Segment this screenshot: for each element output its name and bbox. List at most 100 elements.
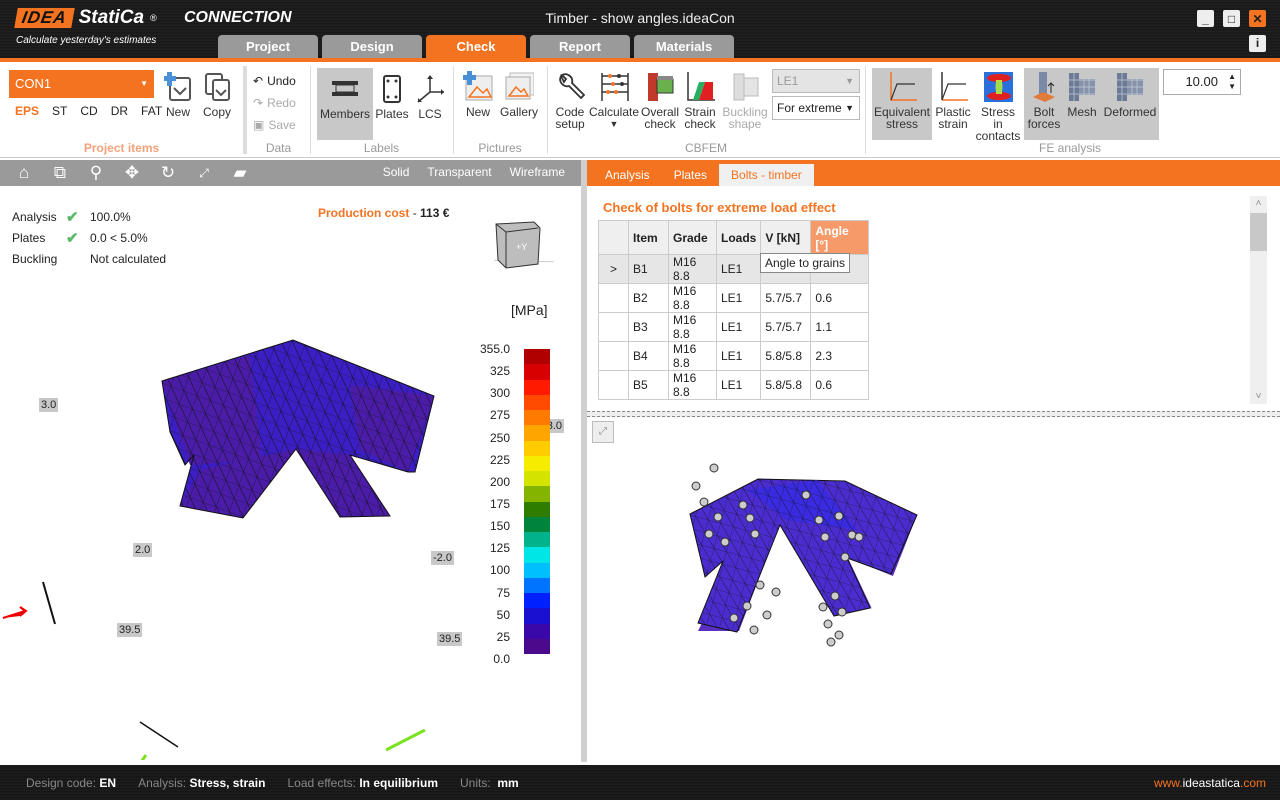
tab-materials[interactable]: Materials: [634, 35, 734, 58]
results-tab-bolts-timber[interactable]: Bolts - timber: [719, 164, 814, 186]
subtab-dr[interactable]: DR: [111, 104, 128, 118]
horizontal-splitter[interactable]: [587, 411, 1280, 417]
load-effects-value: In equilibrium: [359, 776, 438, 790]
spinner-arrows-icon[interactable]: ▲ ▼: [1228, 72, 1236, 92]
table-row[interactable]: B2 M16 8.8 LE1 5.7/5.7 0.6: [598, 283, 870, 313]
stress-in-contacts-button[interactable]: Stress in contacts: [975, 72, 1021, 142]
navigation-cube[interactable]: +Y: [473, 220, 565, 269]
status-design-code: Design code: EN: [26, 776, 116, 790]
tab-design[interactable]: Design: [322, 35, 422, 58]
bolt-marker: [720, 537, 730, 547]
undo-button[interactable]: ↶ Undo: [253, 74, 296, 88]
legend-color-band: [524, 608, 550, 624]
subtab-st[interactable]: ST: [52, 104, 67, 118]
legend-tick-label: 225: [489, 452, 510, 467]
cell-loads: LE1: [715, 370, 762, 400]
tab-report[interactable]: Report: [530, 35, 630, 58]
undo-label: Undo: [267, 74, 296, 88]
subtab-fat[interactable]: FAT: [141, 104, 162, 118]
table-row[interactable]: B5 M16 8.8 LE1 5.8/5.8 0.6: [598, 370, 870, 400]
results-tab-analysis[interactable]: Analysis: [593, 164, 662, 186]
column-header-item[interactable]: Item: [628, 220, 669, 255]
column-header-grade[interactable]: Grade: [668, 220, 717, 255]
cell-marker: [598, 370, 629, 400]
subtab-cd[interactable]: CD: [80, 104, 97, 118]
column-header-angle[interactable]: Angle [°]: [810, 220, 870, 255]
scroll-down-icon[interactable]: ˅: [1250, 391, 1267, 402]
save-label: Save: [268, 118, 296, 132]
tagline: Calculate yesterday's estimates: [16, 35, 157, 46]
minimize-button[interactable]: _: [1197, 10, 1214, 27]
legend-color-band: [524, 562, 550, 578]
bolt-marker: [745, 513, 755, 523]
calculate-label: Calculate: [589, 105, 640, 119]
new-item-button[interactable]: New: [160, 72, 196, 118]
subtab-eps[interactable]: EPS: [15, 104, 39, 118]
load-effect-select[interactable]: LE1 ▼: [772, 69, 860, 93]
legend-color-band: [524, 532, 550, 548]
gallery-button[interactable]: Gallery: [499, 72, 539, 118]
code-setup-button[interactable]: Code setup: [553, 72, 587, 130]
maximize-button[interactable]: □: [1223, 10, 1240, 27]
copy-icon: [202, 72, 232, 102]
cell-v: 5.8/5.8: [760, 341, 812, 371]
load-arrows: [2, 581, 426, 760]
legend-tick-label: 325: [489, 364, 510, 379]
members-label-toggle[interactable]: Members: [317, 68, 373, 140]
calculate-dropdown-icon[interactable]: ▼: [589, 118, 639, 130]
close-button[interactable]: ✕: [1249, 10, 1266, 27]
bolt-marker: [818, 602, 828, 612]
bolt-marker: [750, 529, 760, 539]
tab-check[interactable]: Check: [426, 35, 526, 58]
load-label: 3.0: [39, 398, 59, 412]
copy-item-label: Copy: [202, 105, 231, 119]
view-mode-wireframe[interactable]: Wireframe: [510, 165, 565, 179]
bolt-marker: [742, 601, 752, 611]
stress-in-contacts-label-1: Stress in: [980, 105, 1015, 131]
strain-check-button[interactable]: Strain check: [682, 72, 718, 130]
scrollbar-thumb[interactable]: [1250, 213, 1267, 251]
deformed-label: Deformed: [1103, 105, 1157, 119]
mesh-button[interactable]: Mesh: [1064, 72, 1100, 118]
legend-tick-label: 0.0: [493, 652, 510, 666]
extreme-select[interactable]: For extreme ▼: [772, 96, 860, 120]
extreme-select-value: For extreme: [777, 101, 842, 115]
calculate-button[interactable]: Calculate ▼: [589, 72, 639, 130]
deformed-button[interactable]: Deformed: [1102, 72, 1158, 118]
scale-spinner[interactable]: 10.00 ▲ ▼: [1163, 69, 1241, 95]
connection-select[interactable]: CON1 ▼: [9, 70, 154, 98]
legend-tick-label: 300: [489, 386, 510, 401]
table-scrollbar[interactable]: ˄ ˅: [1250, 196, 1267, 404]
legend-color-band: [524, 501, 550, 517]
bolt-forces-button[interactable]: Bolt forces: [1026, 72, 1062, 130]
fe-model-2d[interactable]: [587, 420, 1280, 760]
table-row[interactable]: B3 M16 8.8 LE1 5.7/5.7 1.1: [598, 312, 870, 342]
lcs-label-toggle[interactable]: LCS: [413, 74, 447, 120]
scroll-up-icon[interactable]: ˄: [1250, 198, 1267, 209]
bolt-marker: [854, 532, 864, 542]
column-header-v[interactable]: V [kN]: [760, 220, 812, 255]
buckling-shape-button[interactable]: Buckling shape: [720, 72, 770, 130]
plates-label-toggle[interactable]: Plates: [374, 74, 410, 120]
column-header-loads[interactable]: Loads: [715, 220, 762, 255]
copy-item-button[interactable]: Copy: [199, 72, 235, 118]
tab-project[interactable]: Project: [218, 35, 318, 58]
3d-viewport[interactable]: ⌂ ⧉ ⚲ ✥ ↻ ⤢ ▰ Solid Transparent Wirefram…: [0, 160, 581, 762]
overall-check-button[interactable]: Overall check: [640, 72, 680, 130]
website-link[interactable]: www.ideastatica.com: [1154, 776, 1266, 790]
redo-button[interactable]: ↷ Redo: [253, 96, 296, 110]
new-picture-button[interactable]: New: [460, 71, 496, 118]
bolt-marker: [704, 529, 714, 539]
save-button[interactable]: ▣ Save: [253, 118, 296, 132]
model-plates: [161, 339, 435, 519]
cell-grade: M16 8.8: [668, 370, 717, 400]
info-button[interactable]: i: [1249, 35, 1266, 52]
equivalent-stress-button[interactable]: Equivalent stress: [872, 68, 932, 140]
results-tab-plates[interactable]: Plates: [662, 164, 719, 186]
cell-v: 5.8/5.8: [760, 370, 812, 400]
cell-grade: M16 8.8: [668, 312, 717, 342]
plastic-strain-button[interactable]: Plastic strain: [934, 72, 972, 130]
table-row[interactable]: B4 M16 8.8 LE1 5.8/5.8 2.3: [598, 341, 870, 371]
legend-tick-label: 75: [496, 585, 510, 600]
bolt-forces-icon: [1029, 72, 1059, 102]
